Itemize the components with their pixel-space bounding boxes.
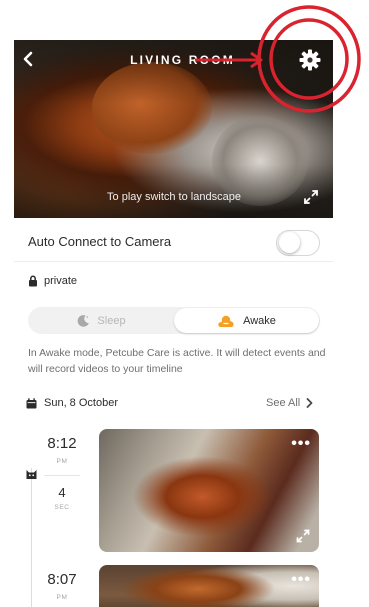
toggle-knob xyxy=(279,232,300,253)
mode-switch: Sleep Awake xyxy=(28,307,320,334)
timeline-date-label: Sun, 8 October xyxy=(44,397,118,409)
privacy-label: private xyxy=(44,275,78,287)
more-options-button[interactable]: ••• xyxy=(291,571,311,589)
expand-icon[interactable] xyxy=(295,528,311,544)
awake-mode-option[interactable]: Awake xyxy=(174,308,319,333)
back-chevron-icon xyxy=(23,51,33,67)
sleep-mode-label: Sleep xyxy=(97,314,126,327)
sleep-mode-option[interactable]: Sleep xyxy=(28,307,174,334)
lock-icon xyxy=(29,275,37,287)
auto-connect-row: Auto Connect to Camera xyxy=(14,224,333,262)
back-button[interactable] xyxy=(18,48,38,70)
auto-connect-toggle[interactable] xyxy=(276,230,320,256)
cat-face-icon xyxy=(26,470,37,479)
see-all-link[interactable]: See All xyxy=(266,395,313,411)
mode-description: In Awake mode, Petcube Care is active. I… xyxy=(28,347,326,375)
event-time: 8:07 xyxy=(47,571,77,588)
event-duration: 4 xyxy=(58,485,66,500)
event-video-thumbnail[interactable]: ••• xyxy=(99,565,319,607)
event-time: 8:12 xyxy=(47,435,77,452)
sun-cloud-icon xyxy=(218,315,234,327)
landscape-hint: To play switch to landscape xyxy=(107,191,241,203)
event-ampm: PM xyxy=(56,594,68,601)
see-all-label: See All xyxy=(266,397,301,409)
expand-icon xyxy=(304,190,318,204)
awake-mode-label: Awake xyxy=(243,314,276,327)
timeline-line xyxy=(31,468,32,607)
event-ampm: PM xyxy=(56,458,68,465)
privacy-row[interactable]: private xyxy=(28,272,77,290)
chevron-right-icon xyxy=(306,398,313,408)
event-separator xyxy=(44,475,80,476)
moon-icon xyxy=(78,314,90,327)
event-video-thumbnail[interactable]: ••• xyxy=(99,429,319,552)
calendar-icon xyxy=(26,397,37,408)
auto-connect-label: Auto Connect to Camera xyxy=(28,234,172,249)
settings-button[interactable] xyxy=(298,48,322,72)
timeline-date: Sun, 8 October xyxy=(26,395,118,411)
gear-icon xyxy=(299,49,321,71)
event-duration-unit: SEC xyxy=(54,504,70,511)
more-options-button[interactable]: ••• xyxy=(291,435,311,453)
fullscreen-button[interactable] xyxy=(302,188,320,206)
